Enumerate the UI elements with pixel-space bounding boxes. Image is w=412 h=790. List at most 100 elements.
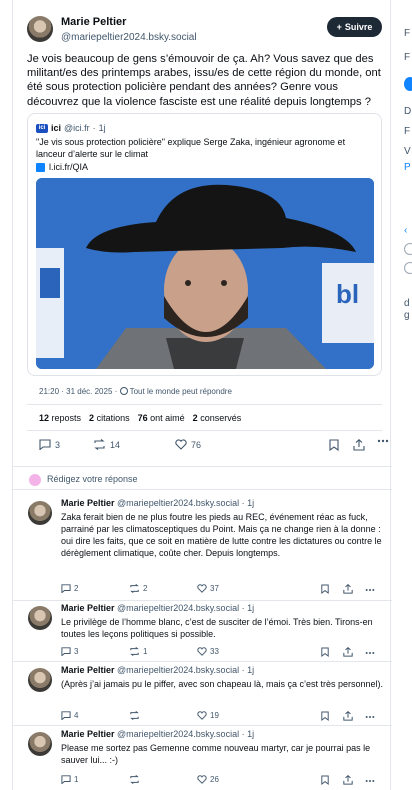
quote-image[interactable]: bl	[36, 178, 374, 369]
reply-author-name[interactable]: Marie Peltier	[61, 603, 115, 613]
more-icon	[365, 716, 375, 718]
bookmark-button[interactable]	[321, 647, 329, 657]
reply-author-handle[interactable]: @mariepeltier2024.bsky.social	[117, 665, 239, 675]
reply-button[interactable]: 3	[39, 439, 60, 450]
reply-avatar[interactable]	[28, 606, 52, 630]
ici-logo-icon: ici	[36, 123, 48, 133]
quote-link[interactable]: l.ici.fr/QIA	[36, 162, 88, 172]
share-button[interactable]	[343, 584, 353, 594]
sidebar-radio[interactable]	[404, 243, 412, 255]
sidebar-radio[interactable]	[404, 262, 412, 274]
sidebar-fragment: d	[404, 298, 410, 309]
more-button[interactable]	[365, 779, 375, 783]
share-icon	[353, 439, 365, 451]
follow-label: Suivre	[344, 22, 373, 32]
post-timestamp: 21:20 · 31 déc. 2025	[39, 387, 113, 396]
reply-author-name[interactable]: Marie Peltier	[61, 665, 115, 675]
meta-separator: ·	[114, 387, 120, 396]
reply-button[interactable]: 4	[61, 711, 78, 720]
bookmark-icon	[329, 439, 339, 451]
reply-author-handle[interactable]: @mariepeltier2024.bsky.social	[117, 603, 239, 613]
likes-stat[interactable]: 76 ont aimé	[138, 413, 185, 423]
bookmark-button[interactable]	[329, 439, 339, 451]
repost-button[interactable]	[129, 711, 143, 720]
more-button[interactable]	[365, 588, 375, 592]
repost-count: 2	[143, 584, 148, 593]
compose-placeholder[interactable]: Rédigez votre réponse	[47, 474, 138, 484]
like-count: 26	[210, 775, 219, 784]
compose-reply[interactable]: Rédigez votre réponse	[13, 466, 392, 490]
reply-button[interactable]: 2	[61, 584, 78, 593]
repost-button[interactable]: 14	[93, 439, 120, 450]
reply-header: Marie Peltier @mariepeltier2024.bsky.soc…	[61, 729, 254, 739]
reply-author-name[interactable]: Marie Peltier	[61, 729, 115, 739]
reply-text: Zaka ferait bien de ne plus foutre les p…	[61, 512, 382, 558]
like-count: 76	[191, 439, 202, 450]
like-button[interactable]: 33	[197, 647, 219, 656]
repost-button[interactable]: 1	[129, 647, 147, 656]
author-handle[interactable]: @mariepeltier2024.bsky.social	[61, 32, 197, 43]
bookmark-icon	[321, 775, 329, 785]
reply-count: 2	[74, 584, 79, 593]
reply-setting[interactable]: Tout le monde peut répondre	[130, 387, 232, 396]
author-name[interactable]: Marie Peltier	[61, 16, 126, 28]
quoted-post[interactable]: ici ici @ici.fr · 1j "Je vis sous protec…	[27, 113, 382, 376]
share-button[interactable]	[343, 647, 353, 657]
like-button[interactable]: 26	[197, 775, 219, 784]
sidebar-link[interactable]: P	[404, 162, 411, 173]
reply-button[interactable]: 1	[61, 775, 78, 784]
reply-time: · 1j	[241, 729, 255, 739]
right-sidebar: F F D F V P ‹ d g	[404, 0, 412, 790]
bookmark-button[interactable]	[321, 711, 329, 721]
like-button[interactable]: 76	[175, 439, 201, 450]
reply-avatar[interactable]	[28, 501, 52, 525]
reply-time: · 1j	[241, 665, 255, 675]
sidebar-blue-button[interactable]	[404, 77, 412, 91]
reply-icon	[61, 584, 71, 593]
repost-icon	[130, 711, 139, 720]
author-avatar[interactable]	[27, 16, 53, 42]
heart-icon	[197, 584, 207, 593]
reposts-stat[interactable]: 12 reposts	[39, 413, 81, 423]
post-stats: 12 reposts 2 citations 76 ont aimé 2 con…	[39, 413, 241, 423]
reply-item[interactable]: Marie Peltier @mariepeltier2024.bsky.soc…	[13, 602, 392, 662]
share-icon	[343, 711, 353, 721]
svg-text:bl: bl	[336, 279, 359, 309]
reply-text: Le privilège de l’homme blanc, c’est de …	[61, 617, 373, 639]
sidebar-fragment: g	[404, 310, 410, 321]
like-button[interactable]: 37	[197, 584, 219, 593]
bookmark-button[interactable]	[321, 775, 329, 785]
like-count: 37	[210, 584, 219, 593]
bookmark-button[interactable]	[321, 584, 329, 594]
follow-button[interactable]: + Suivre	[327, 17, 382, 37]
reply-author-handle[interactable]: @mariepeltier2024.bsky.social	[117, 498, 239, 508]
more-button[interactable]	[365, 715, 375, 719]
reply-avatar[interactable]	[28, 668, 52, 692]
reply-author-name[interactable]: Marie Peltier	[61, 498, 115, 508]
reply-avatar[interactable]	[28, 732, 52, 756]
bookmark-icon	[321, 584, 329, 594]
saved-stat[interactable]: 2 conservés	[193, 413, 242, 423]
bookmark-icon	[321, 711, 329, 721]
more-button[interactable]	[365, 651, 375, 655]
quote-source-handle: @ici.fr	[64, 123, 90, 133]
reply-item[interactable]: Marie Peltier @mariepeltier2024.bsky.soc…	[13, 728, 392, 790]
share-button[interactable]	[343, 775, 353, 785]
repost-button[interactable]	[129, 775, 143, 784]
user-avatar	[29, 474, 41, 486]
reply-actions: 3 1 33	[61, 647, 381, 659]
share-button[interactable]	[353, 439, 365, 451]
more-button[interactable]	[377, 439, 389, 443]
heart-icon	[197, 647, 207, 656]
like-button[interactable]: 19	[197, 711, 219, 720]
reply-item[interactable]: Marie Peltier @mariepeltier2024.bsky.soc…	[13, 664, 392, 726]
reply-button[interactable]: 3	[61, 647, 78, 656]
sidebar-chevron-icon[interactable]: ‹	[404, 225, 407, 236]
reply-author-handle[interactable]: @mariepeltier2024.bsky.social	[117, 729, 239, 739]
repost-button[interactable]: 2	[129, 584, 147, 593]
post-header: Marie Peltier @mariepeltier2024.bsky.soc…	[27, 14, 382, 48]
reply-item[interactable]: Marie Peltier @mariepeltier2024.bsky.soc…	[13, 497, 392, 601]
citations-stat[interactable]: 2 citations	[89, 413, 130, 423]
share-button[interactable]	[343, 711, 353, 721]
quote-source-name: ici	[51, 123, 62, 133]
